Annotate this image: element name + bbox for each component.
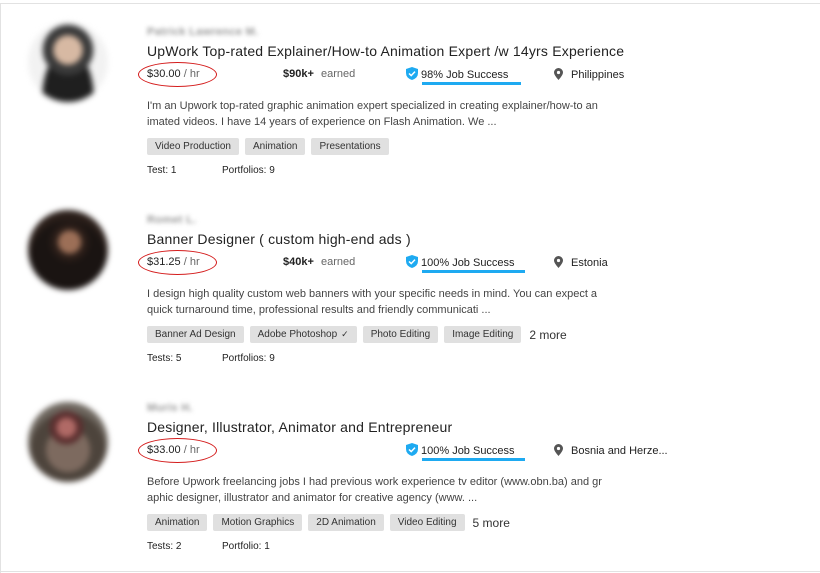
- job-success: 98% Job Success: [406, 67, 508, 81]
- rate-amount: $33.00: [147, 444, 181, 456]
- rate-unit: / hr: [183, 444, 200, 456]
- hourly-rate: $30.00 / hr: [147, 68, 200, 80]
- description-line: imated videos. I have 14 years of experi…: [147, 116, 497, 128]
- description-line: I'm an Upwork top-rated graphic animatio…: [147, 100, 598, 112]
- earned-label: earned: [320, 256, 356, 268]
- shield-check-icon: [406, 443, 418, 456]
- freelancer-stats: Tests: 2 Portfolio: 1: [147, 541, 270, 552]
- freelancer-name[interactable]: Patrick Lawrence M.: [147, 26, 258, 38]
- skill-tag[interactable]: Video Production: [147, 138, 239, 155]
- page-bottom-border: [0, 571, 820, 572]
- job-success: 100% Job Success: [406, 255, 515, 269]
- job-success-label: 98% Job Success: [421, 69, 509, 81]
- hourly-rate: $31.25 / hr: [147, 256, 200, 268]
- freelancer-card[interactable]: Muris H. Designer, Illustrator, Animator…: [0, 376, 820, 564]
- location: Bosnia and Herze...: [554, 444, 668, 457]
- skill-tag-label: Adobe Photoshop: [257, 329, 338, 340]
- description-line: Before Upwork freelancing jobs I had pre…: [147, 476, 602, 488]
- skill-tags: Banner Ad Design Adobe Photoshop ✓ Photo …: [147, 326, 567, 343]
- location-label: Estonia: [571, 257, 608, 269]
- earned-amount: $40k+: [283, 256, 314, 268]
- skill-tag[interactable]: Animation: [147, 514, 208, 531]
- shield-check-icon: [406, 67, 418, 80]
- tests-count: Tests: 5: [147, 353, 182, 364]
- earned-label: earned: [320, 68, 356, 80]
- description-line: aphic designer, illustrator and animator…: [147, 492, 478, 504]
- more-skills-link[interactable]: 2 more: [529, 328, 566, 342]
- freelancer-description: I'm an Upwork top-rated graphic animatio…: [147, 98, 667, 130]
- location: Estonia: [554, 256, 608, 269]
- freelancer-title[interactable]: UpWork Top-rated Explainer/How-to Animat…: [147, 43, 624, 59]
- job-success-bar: [422, 270, 525, 273]
- hourly-rate: $33.00 / hr: [147, 444, 200, 456]
- job-success-bar: [422, 82, 521, 85]
- location-label: Bosnia and Herze...: [571, 445, 668, 457]
- skill-tag[interactable]: Presentations: [311, 138, 389, 155]
- portfolios-count[interactable]: Portfolios: 9: [222, 165, 275, 176]
- freelancer-description: I design high quality custom web banners…: [147, 286, 667, 318]
- job-success-label: 100% Job Success: [421, 257, 515, 269]
- job-success: 100% Job Success: [406, 443, 515, 457]
- rate-unit: / hr: [183, 256, 200, 268]
- description-line: I design high quality custom web banners…: [147, 288, 598, 300]
- skill-tag[interactable]: Motion Graphics: [213, 514, 303, 531]
- freelancer-name[interactable]: Romet L.: [147, 214, 196, 226]
- map-pin-icon: [554, 444, 563, 456]
- rate-amount: $31.25: [147, 256, 181, 268]
- skill-tag[interactable]: Banner Ad Design: [147, 326, 244, 343]
- total-earned: $40k+ earned: [283, 256, 355, 268]
- portfolios-count[interactable]: Portfolio: 1: [222, 541, 270, 552]
- skill-tags: Video Production Animation Presentations: [147, 138, 389, 155]
- avatar[interactable]: [28, 22, 108, 102]
- portfolios-count[interactable]: Portfolios: 9: [222, 353, 275, 364]
- skill-tag-verified[interactable]: Adobe Photoshop ✓: [249, 326, 357, 343]
- job-success-bar: [422, 458, 525, 461]
- freelancer-card[interactable]: Patrick Lawrence M. UpWork Top-rated Exp…: [0, 0, 820, 188]
- freelancer-stats: Tests: 5 Portfolios: 9: [147, 353, 275, 364]
- more-skills-link[interactable]: 5 more: [473, 516, 510, 530]
- job-success-label: 100% Job Success: [421, 445, 515, 457]
- avatar[interactable]: [28, 402, 108, 482]
- freelancer-stats: Test: 1 Portfolios: 9: [147, 165, 275, 176]
- rate-unit: / hr: [183, 68, 200, 80]
- freelancer-title[interactable]: Designer, Illustrator, Animator and Entr…: [147, 419, 452, 435]
- location: Philippines: [554, 68, 624, 81]
- avatar[interactable]: [28, 210, 108, 290]
- location-label: Philippines: [571, 69, 625, 81]
- skill-tag[interactable]: Video Editing: [389, 514, 465, 531]
- skill-tag[interactable]: 2D Animation: [308, 514, 384, 531]
- description-line: quick turnaround time, professional resu…: [147, 304, 491, 316]
- total-earned: $90k+ earned: [283, 68, 355, 80]
- shield-check-icon: [406, 255, 418, 268]
- skill-tags: Animation Motion Graphics 2D Animation V…: [147, 514, 510, 531]
- skill-tag[interactable]: Animation: [244, 138, 306, 155]
- freelancer-description: Before Upwork freelancing jobs I had pre…: [147, 474, 667, 506]
- freelancer-title[interactable]: Banner Designer ( custom high-end ads ): [147, 231, 411, 247]
- freelancer-card[interactable]: Romet L. Banner Designer ( custom high-e…: [0, 188, 820, 376]
- earned-amount: $90k+: [283, 68, 314, 80]
- tests-count: Test: 1: [147, 165, 177, 176]
- map-pin-icon: [554, 256, 563, 268]
- skill-tag[interactable]: Photo Editing: [362, 326, 439, 343]
- tests-count: Tests: 2: [147, 541, 182, 552]
- check-icon: ✓: [341, 329, 349, 339]
- map-pin-icon: [554, 68, 563, 80]
- freelancer-name[interactable]: Muris H.: [147, 402, 193, 414]
- rate-amount: $30.00: [147, 68, 181, 80]
- skill-tag[interactable]: Image Editing: [444, 326, 522, 343]
